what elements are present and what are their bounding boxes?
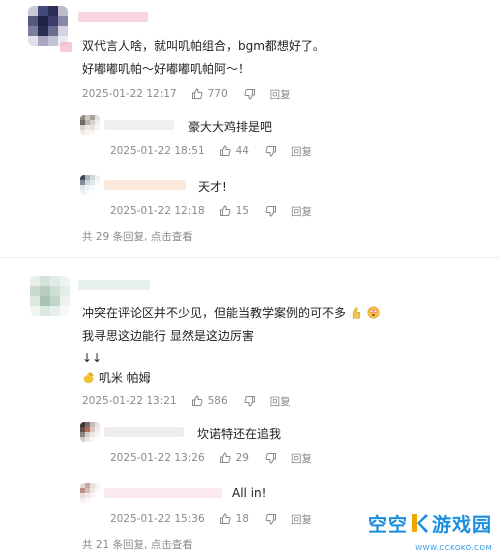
reply-date: 2025-01-22 12:18 [110, 205, 205, 217]
username[interactable] [104, 488, 222, 498]
username[interactable] [104, 427, 184, 437]
view-more-replies: 共 21 条回复, 点击查看 [82, 537, 193, 552]
reply-text: 天才! [198, 180, 227, 194]
reply-meta: 2025-01-22 12:18 15 回复 [110, 203, 312, 219]
reply-button[interactable]: 回复 [270, 394, 291, 409]
thumb-down-icon [265, 514, 276, 525]
reply-button[interactable]: 回复 [291, 451, 312, 466]
like-button[interactable]: 18 [219, 513, 249, 525]
reply-meta: 2025-01-22 15:36 18 回复 [110, 511, 312, 527]
avatar[interactable] [28, 6, 68, 46]
thumb-down-icon [244, 396, 255, 407]
reply-button[interactable]: 回复 [270, 87, 291, 102]
reply-text: 豪大大鸡排是吧 [188, 120, 273, 134]
reply-count: 共 21 条回复, [82, 539, 148, 551]
dislike-button[interactable] [265, 452, 277, 464]
username[interactable] [78, 280, 150, 290]
view-replies-link[interactable]: 点击查看 [151, 231, 193, 243]
reply-text: All in! [232, 486, 267, 500]
reply-date: 2025-01-22 15:36 [110, 513, 205, 525]
comment-date: 2025-01-22 12:17 [82, 88, 177, 100]
like-button[interactable]: 44 [219, 145, 249, 157]
comment-text-line: ↓↓ [82, 351, 103, 365]
reply-text: 坎诺特还在追我 [197, 427, 282, 441]
thumb-up-icon [191, 395, 203, 406]
username[interactable] [78, 12, 148, 22]
thumb-down-icon [265, 206, 276, 217]
avatar[interactable] [80, 115, 100, 135]
hand-emoji-icon [350, 306, 363, 325]
username-blur [60, 42, 72, 52]
comment-meta: 2025-01-22 12:17 770 回复 [82, 86, 291, 102]
comment-text-line: 双代言人啥，就叫叽帕组合，bgm都想好了。 [82, 39, 325, 53]
reply-meta: 2025-01-22 18:51 44 回复 [110, 143, 312, 159]
avatar[interactable] [80, 422, 100, 442]
thumb-down-icon [265, 146, 276, 157]
shocked-face-emoji-icon [367, 306, 380, 325]
comment-meta: 2025-01-22 13:21 586 回复 [82, 393, 291, 409]
thumb-up-icon [191, 88, 203, 99]
username[interactable] [104, 180, 186, 190]
comment-text-line: 我寻思这边能行 显然是这边厉害 [82, 329, 254, 343]
thumb-up-icon [219, 452, 231, 463]
username[interactable] [104, 120, 174, 130]
thumb-down-icon [265, 453, 276, 464]
thumb-down-icon [244, 89, 255, 100]
view-more-replies: 共 29 条回复, 点击查看 [82, 229, 193, 244]
watermark-logo: 空空 游戏园 WWW.CCKOKO.COM [367, 505, 492, 553]
divider [0, 257, 500, 258]
comment-text: 冲突在评论区并不少见，但能当教学案例的可不多 [82, 306, 347, 320]
like-count: 770 [207, 88, 228, 100]
thumb-up-icon [219, 145, 231, 156]
like-count: 15 [235, 205, 249, 217]
like-button[interactable]: 29 [219, 452, 249, 464]
comment-date: 2025-01-22 13:21 [82, 395, 177, 407]
watermark-text-left: 空空 [367, 513, 408, 536]
watermark-text-right: 游戏园 [431, 513, 492, 536]
avatar[interactable] [80, 483, 100, 503]
like-count: 586 [207, 395, 228, 407]
thumb-up-icon [219, 513, 231, 524]
dislike-button[interactable] [244, 395, 256, 407]
dislike-button[interactable] [265, 205, 277, 217]
comment-text-line: 冲突在评论区并不少见，但能当教学案例的可不多 [82, 304, 380, 325]
reply-count: 共 29 条回复, [82, 231, 148, 243]
like-button[interactable]: 586 [191, 395, 228, 407]
chick-emoji-icon [82, 371, 95, 390]
dislike-button[interactable] [244, 88, 256, 100]
comment-text-line: 好嘟嘟叽帕～好嘟嘟叽帕阿～！ [82, 62, 251, 76]
comment-text-line: 叽米 帕姆 [82, 369, 151, 390]
dislike-button[interactable] [265, 513, 277, 525]
like-button[interactable]: 15 [219, 205, 249, 217]
thumb-up-icon [219, 205, 231, 216]
reply-date: 2025-01-22 18:51 [110, 145, 205, 157]
reply-button[interactable]: 回复 [291, 204, 312, 219]
reply-button[interactable]: 回复 [291, 512, 312, 527]
reply-button[interactable]: 回复 [291, 144, 312, 159]
view-replies-link[interactable]: 点击查看 [151, 539, 193, 551]
like-count: 18 [235, 513, 249, 525]
reply-meta: 2025-01-22 13:26 29 回复 [110, 450, 312, 466]
avatar[interactable] [80, 175, 100, 195]
like-count: 44 [235, 145, 249, 157]
dislike-button[interactable] [265, 145, 277, 157]
avatar[interactable] [30, 276, 70, 316]
reply-date: 2025-01-22 13:26 [110, 452, 205, 464]
watermark-k-icon [411, 514, 428, 533]
watermark-url: WWW.CCKOKO.COM [415, 544, 492, 552]
comment-text: 叽米 帕姆 [98, 371, 151, 385]
like-button[interactable]: 770 [191, 88, 228, 100]
like-count: 29 [235, 452, 249, 464]
